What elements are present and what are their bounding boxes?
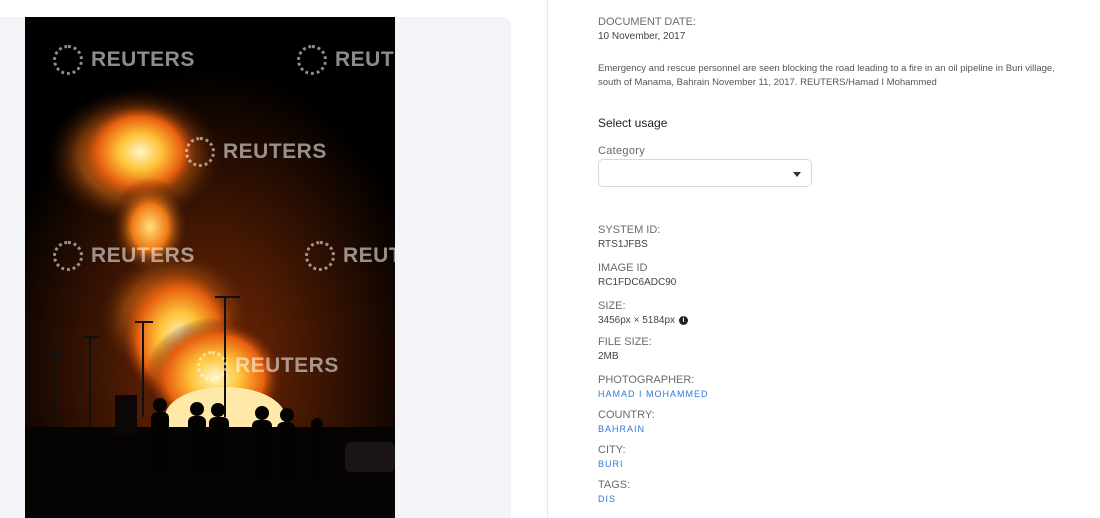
city-label: CITY: bbox=[598, 444, 626, 456]
image-id-field: IMAGE ID RC1FDC6ADC90 bbox=[598, 262, 676, 288]
file-size-field: FILE SIZE: 2MB bbox=[598, 336, 652, 362]
image-viewer-panel: REUTERS REUTERS REUTERS REUTERS REUTERS … bbox=[0, 0, 548, 518]
photographer-field: PHOTOGRAPHER: HAMAD I MOHAMMED bbox=[598, 374, 709, 399]
reuters-watermark: REUTERS bbox=[297, 45, 395, 75]
reuters-watermark: REUTERS bbox=[53, 241, 195, 271]
reuters-logo-icon bbox=[53, 45, 83, 75]
info-icon[interactable]: i bbox=[679, 315, 689, 325]
reuters-watermark: REUTERS bbox=[53, 45, 195, 75]
reuters-logo-icon bbox=[185, 137, 215, 167]
city-field: CITY: BURI bbox=[598, 444, 626, 469]
document-date-value: 10 November, 2017 bbox=[598, 31, 686, 42]
category-select[interactable] bbox=[598, 159, 812, 187]
size-value-row: 3456px × 5184px i bbox=[598, 315, 689, 326]
size-value: 3456px × 5184px bbox=[598, 315, 676, 326]
file-size-label: FILE SIZE: bbox=[598, 336, 652, 348]
system-id-field: SYSTEM ID: RTS1JFBS bbox=[598, 224, 660, 250]
news-photo[interactable]: REUTERS REUTERS REUTERS REUTERS REUTERS … bbox=[25, 17, 395, 518]
system-id-label: SYSTEM ID: bbox=[598, 224, 661, 236]
image-caption: Emergency and rescue personnel are seen … bbox=[598, 63, 1055, 88]
select-usage-heading: Select usage bbox=[598, 116, 668, 130]
size-field: SIZE: 3456px × 5184px i bbox=[598, 300, 689, 326]
photographer-link[interactable]: HAMAD I MOHAMMED bbox=[598, 389, 709, 399]
system-id-value: RTS1JFBS bbox=[598, 239, 648, 250]
file-size-value: 2MB bbox=[598, 351, 619, 362]
tag-link[interactable]: DIS bbox=[598, 494, 630, 504]
chevron-down-icon bbox=[793, 172, 801, 177]
reuters-logo-icon bbox=[297, 45, 327, 75]
category-label: Category bbox=[598, 145, 646, 157]
document-date-label: DOCUMENT DATE: bbox=[598, 16, 696, 28]
document-date-field: DOCUMENT DATE: 10 November, 2017 bbox=[598, 16, 696, 42]
image-id-label: IMAGE ID bbox=[598, 262, 648, 274]
image-id-value: RC1FDC6ADC90 bbox=[598, 277, 677, 288]
size-label: SIZE: bbox=[598, 300, 626, 312]
reuters-watermark: REUTERS bbox=[305, 241, 395, 271]
photographer-label: PHOTOGRAPHER: bbox=[598, 374, 695, 386]
country-link[interactable]: BAHRAIN bbox=[598, 424, 655, 434]
reuters-logo-icon bbox=[305, 241, 335, 271]
tags-field: TAGS: DIS bbox=[598, 479, 630, 504]
reuters-logo-icon bbox=[53, 241, 83, 271]
city-link[interactable]: BURI bbox=[598, 459, 626, 469]
country-field: COUNTRY: BAHRAIN bbox=[598, 409, 655, 434]
reuters-watermark: REUTERS bbox=[197, 351, 339, 381]
country-label: COUNTRY: bbox=[598, 409, 655, 421]
reuters-watermark: REUTERS bbox=[185, 137, 327, 167]
reuters-logo-icon bbox=[197, 351, 227, 381]
tags-label: TAGS: bbox=[598, 479, 631, 491]
